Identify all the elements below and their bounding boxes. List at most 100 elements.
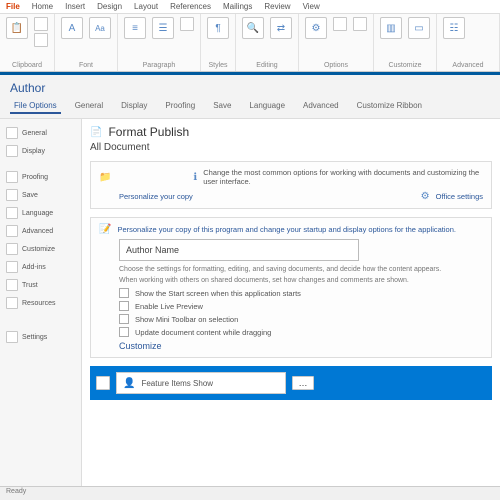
side-trust[interactable]: Trust (4, 277, 77, 293)
tab-review[interactable]: Review (264, 2, 290, 11)
check-update-drag[interactable]: Update document content while dragging (119, 327, 483, 337)
paste-icon[interactable]: 📋 (6, 17, 28, 39)
tab-home[interactable]: Home (32, 2, 53, 11)
group-label: Styles (207, 62, 229, 69)
settings-icon: ⚙ (421, 191, 430, 202)
person-icon: 👤 (123, 378, 135, 389)
group-label: Font (61, 62, 111, 69)
status-bar: Ready (0, 486, 500, 500)
subtab-language[interactable]: Language (245, 99, 289, 114)
subtab-save[interactable]: Save (209, 99, 235, 114)
replace-icon[interactable]: ⇄ (270, 17, 292, 39)
group-label: Advanced (443, 62, 493, 69)
group-label: Clipboard (6, 62, 48, 69)
checkbox-icon[interactable] (119, 327, 129, 337)
more-button[interactable]: … (292, 376, 314, 390)
side-save[interactable]: Save (4, 187, 77, 203)
tab-insert[interactable]: Insert (65, 2, 85, 11)
info-icon: ℹ (193, 172, 197, 183)
status-text: Ready (6, 488, 26, 495)
side-pane: General Display Proofing Save Language A… (0, 119, 82, 490)
font-size-icon[interactable]: Aa (89, 17, 111, 39)
author-name-input[interactable]: Author Name (119, 239, 359, 261)
subtab-display[interactable]: Display (117, 99, 151, 114)
tab-design[interactable]: Design (97, 2, 122, 11)
tab-layout[interactable]: Layout (134, 2, 158, 11)
content-heading: 📄 Format Publish (90, 125, 492, 139)
group-label: Options (305, 62, 367, 69)
group-label: Editing (242, 62, 292, 69)
folder-icon: 📁 (99, 172, 111, 183)
ribbon-group-options: ⚙ Options (299, 14, 374, 71)
side-resources[interactable]: Resources (4, 295, 77, 311)
ribbon-icon[interactable]: ▭ (408, 17, 430, 39)
content-subheading: All Document (90, 142, 492, 153)
heading-icon: 📄 (90, 127, 102, 138)
cust-icon (6, 243, 18, 255)
tab-references[interactable]: References (170, 2, 211, 11)
side-display[interactable]: Display (4, 143, 77, 159)
align-icon[interactable]: ≡ (124, 17, 146, 39)
desc-2: When working with others on shared docum… (119, 276, 483, 285)
info-card: 📁 ℹ Change the most common options for w… (90, 161, 492, 209)
subtab-customize-ribbon[interactable]: Customize Ribbon (353, 99, 426, 114)
list-icon[interactable]: ☰ (152, 17, 174, 39)
gear-icon (6, 331, 18, 343)
subtab-proofing[interactable]: Proofing (161, 99, 199, 114)
trust-icon (6, 279, 18, 291)
card-link-office[interactable]: Office settings (436, 192, 483, 201)
save-icon (6, 189, 18, 201)
feature-select[interactable]: 👤 Feature Items Show (116, 372, 286, 394)
note-icon: 📝 (99, 224, 111, 235)
ribbon-group-customize: ▥ ▭ Customize (374, 14, 437, 71)
checkbox-icon[interactable] (119, 288, 129, 298)
adv-icon (6, 225, 18, 237)
group-label: Paragraph (124, 62, 194, 69)
options-card: 📝 Personalize your copy of this program … (90, 217, 492, 358)
opt-b-icon[interactable] (353, 17, 367, 31)
display-icon (6, 145, 18, 157)
subtab-file-options[interactable]: File Options (10, 99, 61, 114)
copy-icon[interactable] (34, 33, 48, 47)
styles-icon[interactable]: ¶ (207, 17, 229, 39)
sub-tabs: File Options General Display Proofing Sa… (0, 99, 500, 119)
subtab-general[interactable]: General (71, 99, 107, 114)
subtab-advanced[interactable]: Advanced (299, 99, 343, 114)
tab-view[interactable]: View (303, 2, 320, 11)
side-proofing[interactable]: Proofing (4, 169, 77, 185)
check-live-preview[interactable]: Enable Live Preview (119, 301, 483, 311)
customize-icon[interactable]: ▥ (380, 17, 402, 39)
checkbox-icon[interactable] (119, 301, 129, 311)
tab-file[interactable]: File (6, 2, 20, 11)
check-mini-toolbar[interactable]: Show Mini Toolbar on selection (119, 314, 483, 324)
side-addins[interactable]: Add-ins (4, 259, 77, 275)
addin-icon (6, 261, 18, 273)
doc-icon (6, 127, 18, 139)
tab-mailings[interactable]: Mailings (223, 2, 252, 11)
side-settings[interactable]: Settings (4, 329, 77, 345)
customize-link[interactable]: Customize (119, 341, 483, 351)
ribbon-group-paragraph: ≡ ☰ Paragraph (118, 14, 201, 71)
side-advanced[interactable]: Advanced (4, 223, 77, 239)
feature-icon[interactable] (96, 376, 110, 390)
lang-icon (6, 207, 18, 219)
indent-icon[interactable] (180, 17, 194, 31)
card-link-personalize[interactable]: Personalize your copy (119, 192, 193, 201)
options-icon[interactable]: ⚙ (305, 17, 327, 39)
ribbon-group-styles: ¶ Styles (201, 14, 236, 71)
font-icon[interactable]: A (61, 17, 83, 39)
opt-a-icon[interactable] (333, 17, 347, 31)
side-general[interactable]: General (4, 125, 77, 141)
card-info-text: Change the most common options for worki… (203, 168, 483, 186)
highlight-row: 👤 Feature Items Show … (90, 366, 492, 400)
ribbon-group-font: A Aa Font (55, 14, 118, 71)
checkbox-icon[interactable] (119, 314, 129, 324)
find-icon[interactable]: 🔍 (242, 17, 264, 39)
ribbon-tabs: File Home Insert Design Layout Reference… (0, 0, 500, 14)
side-customize[interactable]: Customize (4, 241, 77, 257)
check-start-screen[interactable]: Show the Start screen when this applicat… (119, 288, 483, 298)
res-icon (6, 297, 18, 309)
cut-icon[interactable] (34, 17, 48, 31)
adv-icon[interactable]: ☷ (443, 17, 465, 39)
side-language[interactable]: Language (4, 205, 77, 221)
